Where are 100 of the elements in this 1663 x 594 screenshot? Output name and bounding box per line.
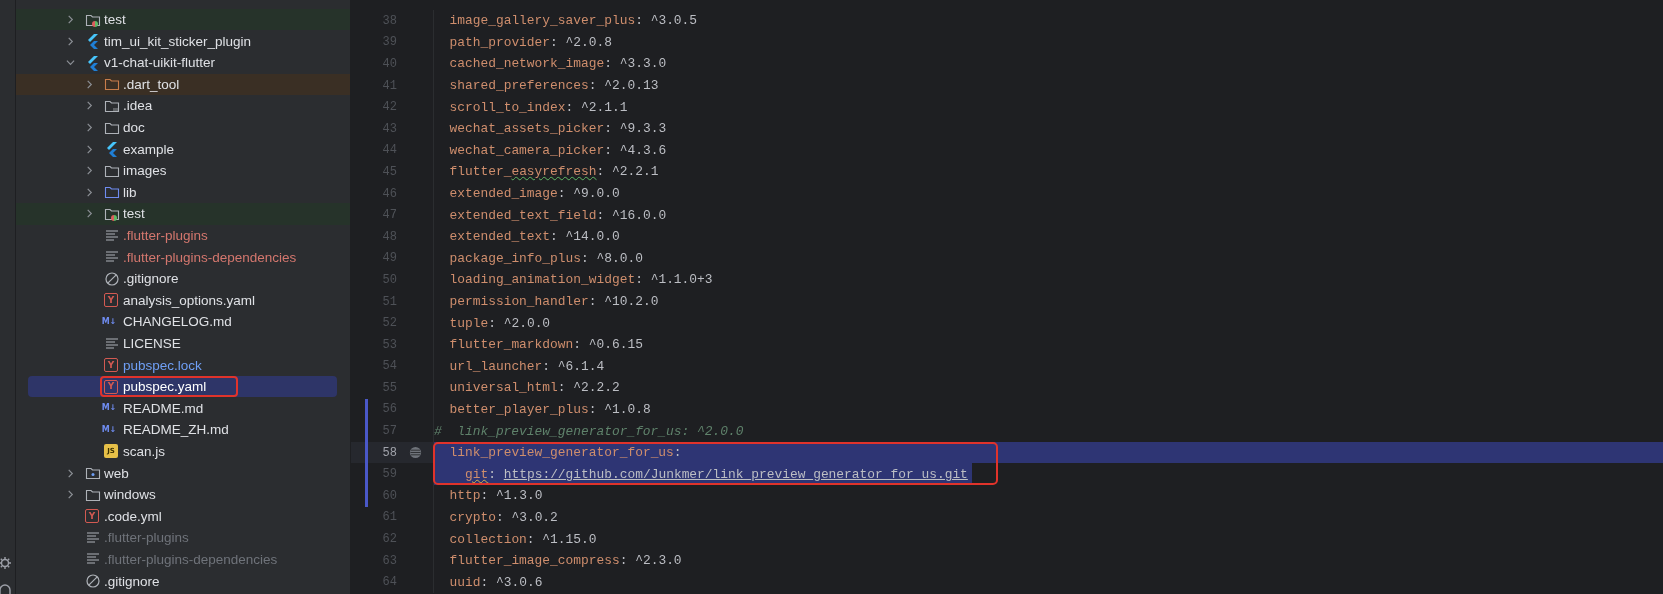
chevron-right-icon[interactable] <box>65 36 75 46</box>
file-name: example <box>123 141 175 157</box>
text-file-icon <box>104 227 120 244</box>
tree-row[interactable]: v1-chat-uikit-flutter <box>16 52 350 74</box>
yaml-value: ^9.3.3 <box>619 121 667 137</box>
tree-row[interactable]: .dart_tool <box>16 73 350 96</box>
folder-icon <box>85 465 101 482</box>
chevron-right-icon[interactable] <box>84 144 94 154</box>
tree-row[interactable]: M↓ README.md <box>16 397 350 420</box>
file-name: lib <box>123 184 137 200</box>
yaml-value: ^3.0.6 <box>495 574 543 590</box>
tree-row[interactable]: M↓ README_ZH.md <box>16 419 350 441</box>
chevron-down-icon[interactable] <box>65 58 75 68</box>
chevron-right-icon[interactable] <box>84 123 94 133</box>
tree-row[interactable]: web <box>16 462 350 484</box>
markdown-file-icon: M↓ <box>100 401 118 416</box>
yaml-value: ^6.1.4 <box>557 358 605 374</box>
yaml-key: wechat_camera_picker: <box>449 142 612 158</box>
yaml-key: collection: <box>449 531 535 547</box>
file-name: CHANGELOG.md <box>123 314 232 330</box>
chevron-right-icon[interactable] <box>65 490 75 500</box>
yaml-key: extended_text_field: <box>449 207 605 223</box>
chevron-right-icon[interactable] <box>65 15 75 25</box>
tree-row[interactable]: .gitignore <box>16 267 350 290</box>
yaml-file-icon: Y <box>104 358 118 373</box>
tree-row[interactable]: images <box>16 159 350 182</box>
yaml-value: ^2.0.8 <box>565 34 612 50</box>
file-name: .gitignore <box>123 271 179 287</box>
tree-row[interactable]: test <box>16 203 350 225</box>
file-name: images <box>123 163 167 179</box>
yaml-key: http: <box>449 488 489 504</box>
tree-row[interactable]: tim_ui_kit_sticker_plugin <box>16 30 350 52</box>
tree-row[interactable]: test <box>16 8 350 31</box>
yaml-key: scroll_to_index: <box>449 99 574 115</box>
yaml-key: extended_image: <box>449 186 566 202</box>
file-name: pubspec.lock <box>123 357 202 373</box>
chevron-right-icon[interactable] <box>84 79 94 89</box>
change-marker[interactable] <box>365 398 368 421</box>
gear-icon[interactable] <box>0 556 12 570</box>
tree-row[interactable]: Y analysis_options.yaml <box>16 289 350 312</box>
tree-row[interactable]: .flutter-plugins-dependencies <box>16 246 350 268</box>
markdown-file-icon: M↓ <box>100 422 118 437</box>
yaml-key: loading_animation_widget: <box>449 272 643 288</box>
folder-icon <box>104 184 120 201</box>
file-name: v1-chat-uikit-flutter <box>104 55 216 71</box>
tree-row[interactable]: M↓ CHANGELOG.md <box>16 311 350 333</box>
tree-row[interactable]: Y pubspec.lock <box>16 354 350 376</box>
tree-row[interactable]: example <box>16 138 350 160</box>
change-marker[interactable] <box>365 485 368 507</box>
yaml-value: ^2.0.13 <box>604 78 659 94</box>
tree-row[interactable]: .flutter-plugins <box>16 224 350 247</box>
yaml-value: ^1.0.8 <box>604 402 651 417</box>
file-name: pubspec.yaml <box>123 379 207 395</box>
yaml-key: git: <box>465 466 496 482</box>
yaml-file-icon: Y <box>85 509 99 524</box>
yaml-key: wechat_assets_picker: <box>449 121 612 137</box>
yaml-key: extended_text: <box>449 229 558 245</box>
file-name: .idea <box>123 98 153 114</box>
yaml-value: ^10.2.0 <box>604 294 659 309</box>
yaml-value: ^9.0.0 <box>573 186 620 202</box>
yaml-key: uuid: <box>449 574 489 590</box>
tree-row[interactable]: windows <box>16 483 350 506</box>
chevron-right-icon[interactable] <box>65 468 75 478</box>
ignore-icon <box>104 270 120 287</box>
yaml-value: ^8.0.0 <box>596 250 643 266</box>
change-marker[interactable] <box>365 463 368 486</box>
intention-icon[interactable] <box>408 446 422 460</box>
yaml-value: ^16.0.0 <box>612 207 667 223</box>
text-file-icon <box>104 335 120 352</box>
chevron-right-icon[interactable] <box>84 187 94 197</box>
tree-row[interactable]: doc <box>16 116 350 139</box>
yaml-value: ^3.0.5 <box>650 13 698 29</box>
tree-row[interactable]: lib <box>16 181 350 204</box>
chevron-right-icon[interactable] <box>84 166 94 176</box>
file-name: test <box>104 12 126 28</box>
chevron-right-icon[interactable] <box>84 209 94 219</box>
file-name: tim_ui_kit_sticker_plugin <box>104 33 252 49</box>
yaml-key: tuple: <box>449 315 496 331</box>
yaml-key: cached_network_image: <box>449 56 612 72</box>
tree-row[interactable]: LICENSE <box>16 332 350 355</box>
url-link[interactable]: https://github.com/Junkmer/link_preview_generator_for_us.git <box>503 466 968 482</box>
change-marker[interactable] <box>365 420 368 442</box>
yaml-key: flutter_markdown: <box>449 337 582 353</box>
ignore-icon <box>85 573 101 590</box>
change-marker[interactable] <box>365 441 368 464</box>
tree-row-selected[interactable]: Y pubspec.yaml <box>28 375 337 398</box>
yaml-value: ^3.3.0 <box>619 56 667 72</box>
yaml-key: image_gallery_saver_plus: <box>449 13 643 29</box>
file-name: README_ZH.md <box>123 422 229 438</box>
file-name: .flutter-plugins <box>104 530 189 546</box>
code-comment: # link_preview_generator_for_us: ^2.0.0 <box>434 423 744 439</box>
yaml-value: ^1.15.0 <box>542 531 597 547</box>
line-number: 58 <box>381 445 397 460</box>
tree-row[interactable]: .gitignore <box>16 570 350 592</box>
yaml-key: crypto: <box>449 509 504 525</box>
tree-row[interactable]: .idea <box>16 95 350 117</box>
chevron-right-icon[interactable] <box>84 101 94 111</box>
tree-row[interactable]: Y .code.yml <box>16 505 350 528</box>
file-name: .code.yml <box>104 508 162 524</box>
yaml-value: ^1.3.0 <box>495 488 543 504</box>
